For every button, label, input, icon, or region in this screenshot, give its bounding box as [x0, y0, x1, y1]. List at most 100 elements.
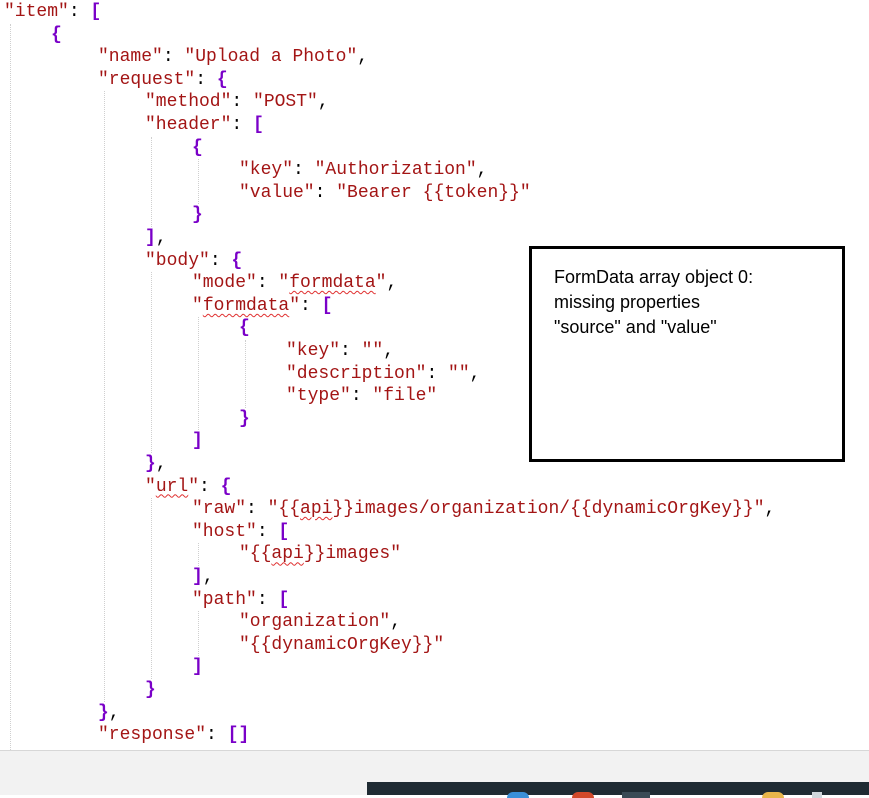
code-string: "file"	[372, 386, 438, 407]
code-text: ,	[383, 341, 395, 361]
code-punctuation: [	[278, 589, 290, 610]
code-text: :	[231, 115, 254, 135]
indent-guide	[10, 23, 11, 750]
code-punctuation: ]	[192, 431, 203, 452]
code-key: "body"	[145, 250, 210, 271]
code-string: "	[375, 273, 387, 294]
indent-guide	[245, 340, 246, 408]
code-key: "host"	[192, 521, 257, 542]
code-key: url	[155, 476, 189, 497]
code-text: ,	[155, 228, 167, 248]
code-text: ,	[317, 92, 329, 113]
taskbar-app-icon[interactable]	[572, 792, 594, 798]
code-string: ""	[448, 363, 470, 384]
code-line: ]	[192, 656, 203, 678]
taskbar-app-icon[interactable]	[622, 792, 650, 798]
code-text: ,	[108, 702, 120, 723]
code-key: "	[192, 295, 203, 316]
code-line: "response": []	[98, 724, 249, 746]
code-line: ],	[192, 566, 214, 588]
code-text: ,	[386, 273, 398, 294]
code-key: "description"	[286, 363, 427, 384]
code-punctuation: ]	[145, 228, 156, 248]
code-punctuation: {	[239, 318, 250, 339]
code-key: formdata	[202, 295, 290, 316]
code-string: formdata	[289, 273, 376, 294]
code-text: :	[68, 2, 91, 22]
code-line: "url": {	[145, 476, 231, 498]
code-punctuation: }	[145, 454, 156, 474]
code-key: "item"	[4, 2, 69, 22]
code-punctuation: }	[192, 205, 203, 226]
code-key: "type"	[286, 386, 351, 407]
code-key: "path"	[192, 589, 257, 610]
code-line: "description": "",	[286, 363, 480, 385]
code-text: :	[209, 250, 232, 271]
code-key: "name"	[98, 47, 163, 68]
indent-guide	[198, 611, 199, 657]
code-key: "response"	[98, 725, 207, 746]
code-line: "value": "Bearer {{token}}"	[239, 182, 531, 204]
code-string: }}images/organization/{{dynamicOrgKey}}"	[332, 499, 765, 520]
code-text: :	[246, 499, 268, 520]
code-line: ],	[145, 227, 167, 249]
code-line: "path": [	[192, 589, 289, 611]
code-text: :	[293, 160, 315, 181]
code-text: :	[199, 476, 221, 497]
annotation-text: FormData array object 0: missing propert…	[554, 265, 834, 340]
code-text: ,	[469, 363, 481, 384]
indent-guide	[151, 498, 152, 679]
code-text: :	[206, 725, 228, 746]
code-text: :	[162, 47, 185, 68]
code-punctuation: {	[220, 476, 232, 497]
code-key: "	[188, 476, 200, 497]
taskbar-app-icon[interactable]	[812, 792, 822, 798]
code-line: "request": {	[98, 69, 228, 91]
code-text: :	[340, 341, 362, 361]
taskbar-app-icon[interactable]	[507, 792, 529, 798]
code-punctuation: }	[239, 408, 250, 429]
code-line: }	[192, 204, 203, 226]
code-string: "Bearer {{token}}"	[336, 182, 531, 203]
taskbar-app-icon[interactable]	[762, 792, 784, 798]
code-text: :	[314, 182, 337, 203]
code-line: },	[145, 453, 167, 475]
code-key: "key"	[239, 160, 294, 181]
code-string: api	[271, 544, 304, 565]
code-line: "mode": "formdata",	[192, 272, 397, 294]
code-line: "raw": "{{api}}images/organization/{{dyn…	[192, 498, 775, 520]
code-text: ,	[357, 47, 369, 68]
code-text: ,	[390, 612, 402, 633]
annotation-callout: FormData array object 0: missing propert…	[529, 246, 845, 462]
code-text: :	[195, 69, 217, 90]
code-line: "host": [	[192, 521, 289, 543]
code-punctuation: {	[231, 250, 243, 271]
code-punctuation: [	[90, 2, 102, 22]
code-string: "	[278, 273, 290, 294]
code-string: ""	[361, 341, 384, 361]
code-line: {	[239, 317, 250, 339]
code-text: ,	[202, 567, 214, 587]
code-line: "method": "POST",	[145, 91, 329, 113]
indent-guide	[104, 91, 105, 702]
code-punctuation: [	[278, 521, 290, 542]
code-punctuation: {	[216, 69, 228, 90]
taskbar	[367, 782, 869, 798]
code-punctuation: }	[145, 680, 156, 700]
code-text: ,	[476, 160, 488, 181]
code-line: "item": [	[4, 1, 101, 23]
code-key: "mode"	[192, 273, 257, 294]
annotation-line: FormData array object 0:	[554, 267, 754, 287]
code-string: "Authorization"	[314, 160, 477, 181]
code-line: "{{dynamicOrgKey}}"	[239, 634, 444, 656]
code-line: "name": "Upload a Photo",	[98, 46, 368, 68]
code-line: "key": "",	[286, 340, 394, 362]
code-text: :	[426, 363, 449, 384]
indent-guide	[151, 272, 152, 453]
code-key: "method"	[145, 92, 232, 113]
code-string: }}images"	[303, 544, 402, 565]
code-string: "{{	[239, 544, 272, 565]
annotation-line: "source" and "value"	[554, 317, 717, 337]
code-key: "raw"	[192, 499, 247, 520]
code-line: }	[145, 679, 156, 701]
